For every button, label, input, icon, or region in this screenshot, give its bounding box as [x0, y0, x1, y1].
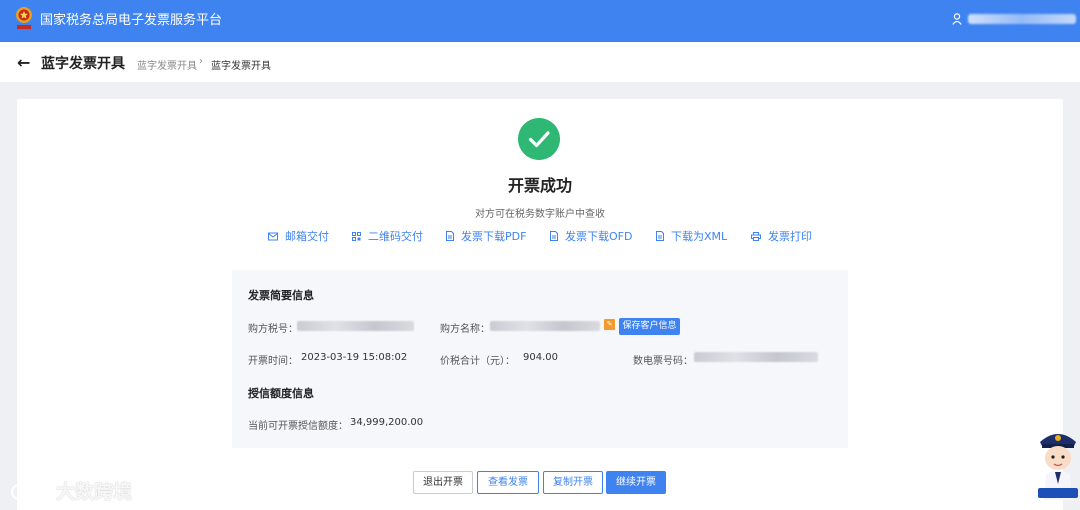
download-ofd-link[interactable]: 发票下载OFD — [550, 228, 632, 244]
breadcrumb-separator-icon: › — [199, 56, 203, 67]
issue-time-label: 开票时间： — [248, 356, 298, 367]
action-label: 发票下载PDF — [461, 230, 527, 243]
pdf-download-icon — [446, 231, 454, 241]
copy-invoice-button[interactable]: 复制开票 — [543, 471, 603, 494]
action-label: 发票下载OFD — [565, 230, 633, 243]
user-name-redacted[interactable] — [968, 14, 1076, 24]
save-customer-button[interactable]: 保存客户信息 — [619, 318, 680, 335]
qrcode-icon — [352, 231, 361, 241]
total-value: 904.00 — [523, 352, 558, 363]
page-title: 蓝字发票开具 — [41, 56, 125, 72]
action-label: 二维码交付 — [368, 230, 423, 243]
credit-section-title: 授信额度信息 — [248, 387, 314, 400]
issue-time-value: 2023-03-19 15:08:02 — [301, 352, 408, 363]
buyer-tax-id-label: 购方税号： — [248, 324, 298, 335]
tax-emblem-icon — [16, 7, 32, 29]
ofd-download-icon — [550, 231, 558, 241]
platform-title: 国家税务总局电子发票服务平台 — [40, 13, 223, 28]
action-label: 邮箱交付 — [285, 230, 329, 243]
invoice-number-label: 数电票号码： — [633, 356, 693, 367]
buyer-name-redacted — [490, 321, 600, 331]
user-icon[interactable] — [952, 13, 962, 25]
qrcode-delivery-link[interactable]: 二维码交付 — [352, 228, 423, 244]
email-delivery-link[interactable]: 邮箱交付 — [268, 228, 329, 244]
continue-invoicing-button[interactable]: 继续开票 — [606, 471, 666, 494]
watermark-text: 大数跨境 — [56, 481, 133, 503]
exit-invoicing-button[interactable]: 退出开票 — [413, 471, 473, 494]
download-pdf-link[interactable]: 发票下载PDF — [446, 228, 526, 244]
printer-icon — [751, 231, 761, 241]
page-header: ← 蓝字发票开具 蓝字发票开具 › 蓝字发票开具 — [0, 42, 1080, 82]
print-invoice-link[interactable]: 发票打印 — [751, 228, 812, 244]
success-subtitle: 对方可在税务数字账户中查收 — [475, 209, 605, 220]
breadcrumb-item[interactable]: 蓝字发票开具 — [137, 57, 197, 72]
edit-icon[interactable]: ✎ — [604, 319, 615, 330]
invoice-number-redacted — [694, 352, 818, 362]
tax-officer-mascot-icon[interactable] — [1036, 424, 1080, 500]
top-bar: 国家税务总局电子发票服务平台 — [0, 0, 1080, 42]
mail-icon — [268, 232, 278, 240]
buyer-tax-id-redacted — [297, 321, 414, 331]
action-label: 下载为XML — [671, 230, 728, 243]
watermark: 大数跨境 — [10, 477, 132, 504]
download-xml-link[interactable]: 下载为XML — [656, 228, 727, 244]
view-invoice-button[interactable]: 查看发票 — [477, 471, 539, 494]
buyer-name-label: 购方名称： — [440, 324, 490, 335]
success-check-icon — [518, 118, 560, 160]
total-label: 价税合计（元）： — [440, 356, 515, 367]
breadcrumb-current: 蓝字发票开具 — [211, 61, 271, 72]
action-label: 发票打印 — [768, 230, 812, 243]
xml-download-icon — [656, 231, 664, 241]
success-title: 开票成功 — [507, 176, 572, 195]
credit-available-value: 34,999,200.00 — [350, 417, 424, 428]
watermark-logo-icon — [10, 482, 47, 500]
credit-available-label: 当前可开票授信额度： — [248, 421, 348, 432]
summary-section-title: 发票简要信息 — [248, 289, 314, 302]
back-arrow-icon[interactable]: ← — [17, 53, 30, 72]
